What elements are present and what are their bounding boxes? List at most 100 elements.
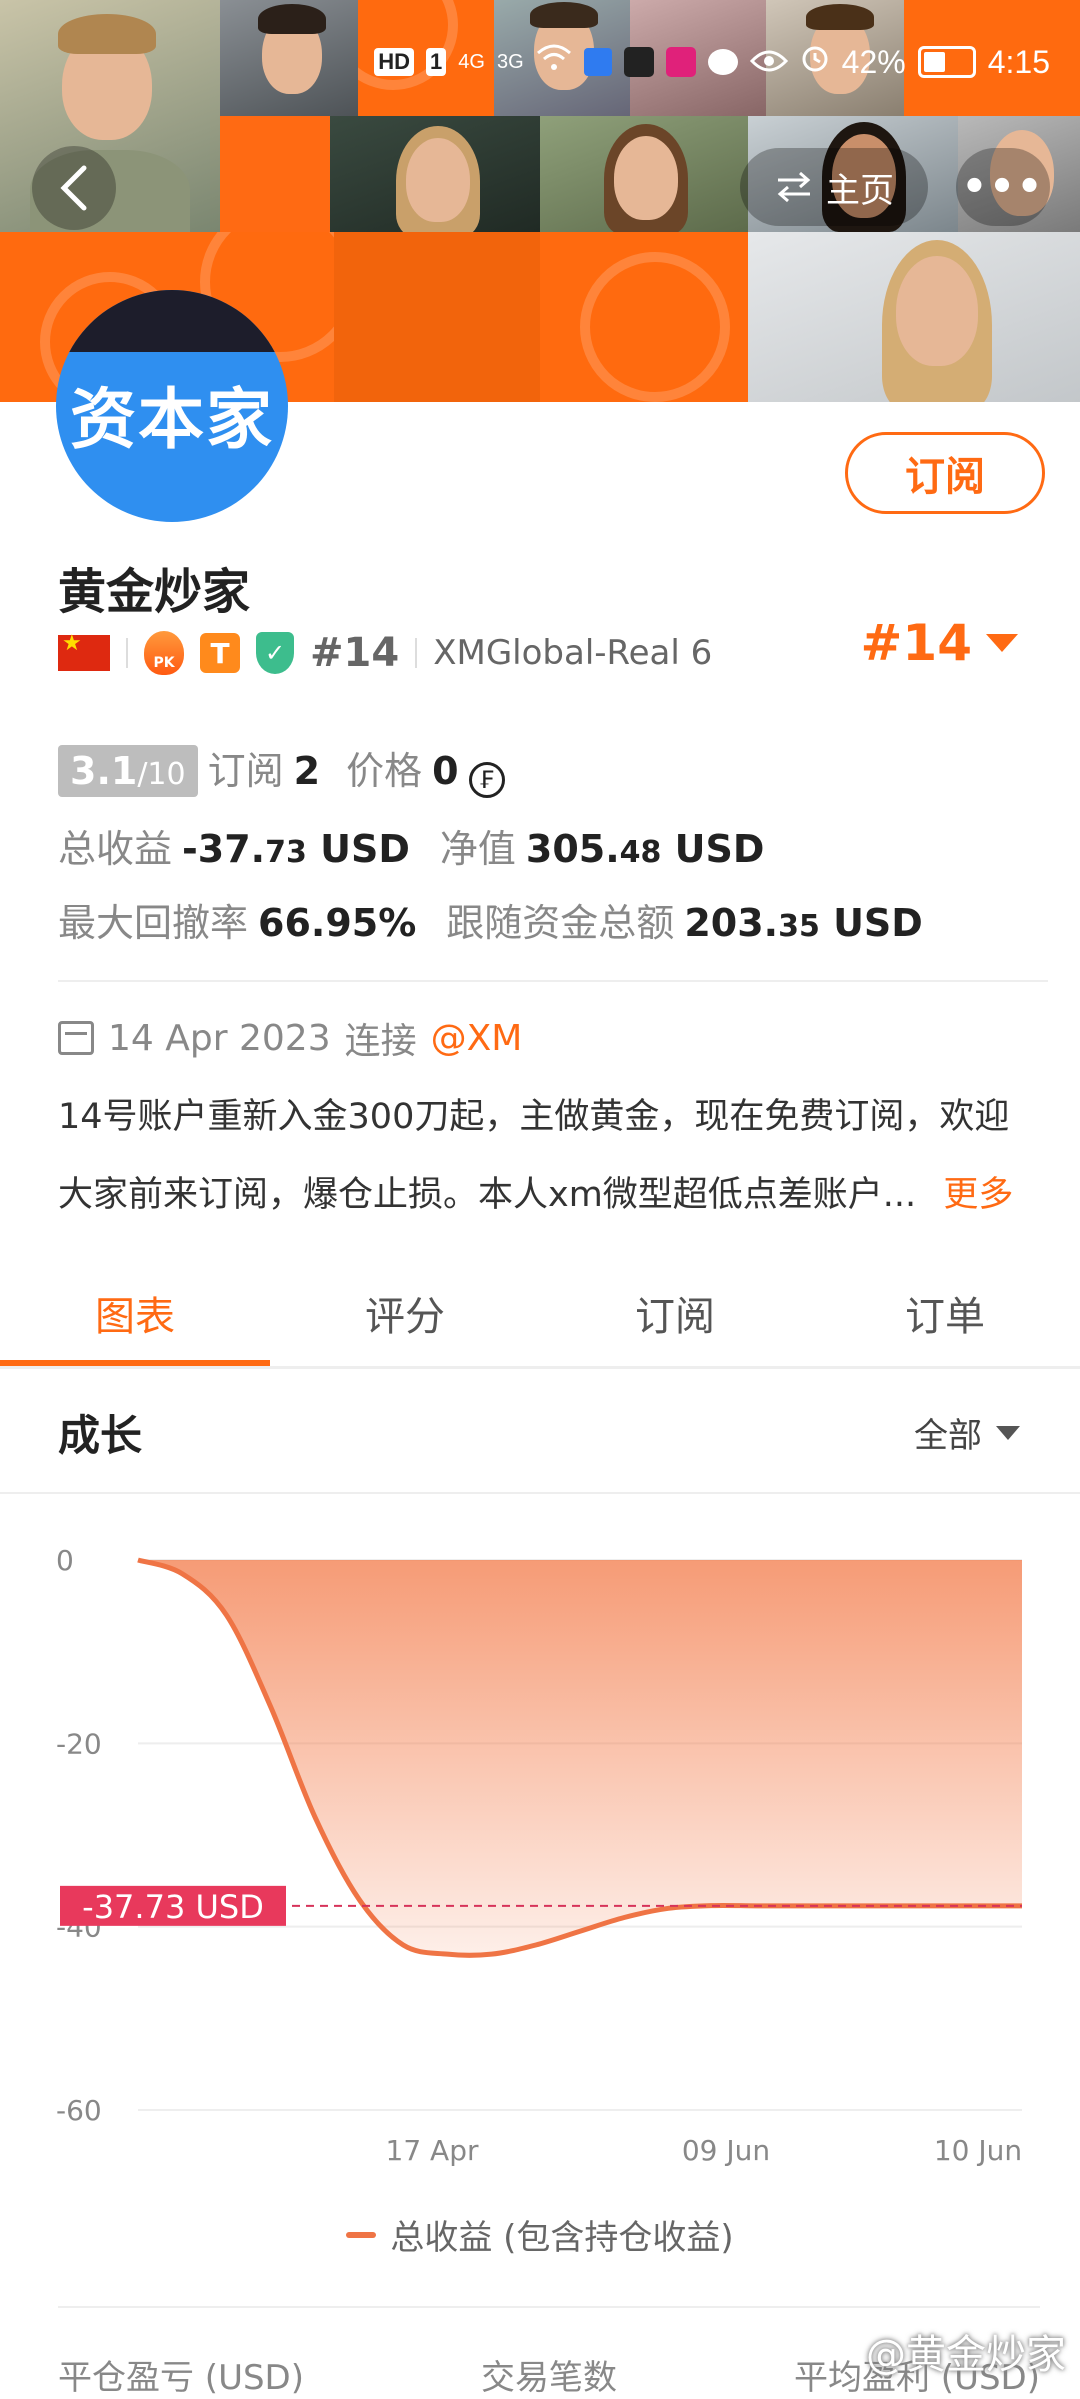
hd-icon: HD: [374, 48, 415, 76]
shield-check-icon: ✓: [256, 632, 294, 674]
equity-int: 305.: [525, 827, 620, 871]
signal-3g-icon: 3G: [496, 50, 524, 73]
total-profit-label: 总收益: [58, 827, 173, 871]
watermark: @黄金炒家: [866, 2332, 1066, 2378]
divider: [58, 2306, 1040, 2308]
description-text: 大家前来订阅，爆仓止损。本人xm微型超低点差账户...: [58, 1175, 917, 1215]
message-icon: [707, 49, 738, 75]
t-badge-icon: T: [200, 633, 240, 673]
tab-rating[interactable]: 评分: [270, 1260, 540, 1366]
battery-icon: [917, 46, 976, 78]
banner-photo-man-smile: [220, 0, 358, 116]
follow-dec: 35: [778, 909, 820, 944]
closed-pnl-label: 平仓盈亏 (USD): [58, 2358, 304, 2398]
total-profit-unit: USD: [320, 827, 410, 871]
status-bar: HD 1 4G 3G 42% 4:15: [374, 40, 1050, 84]
stats-row-1: 3.1/10 订阅 2 价格 0 ₣: [58, 740, 505, 798]
divider: [415, 638, 418, 668]
caret-down-icon: [996, 1425, 1020, 1440]
rank-dropdown[interactable]: #14: [861, 614, 1018, 672]
price-label: 价格: [346, 749, 423, 793]
swap-icon: [777, 171, 811, 203]
more-link[interactable]: 更多: [943, 1175, 1013, 1215]
back-button[interactable]: [32, 146, 116, 230]
banner-photo-woman-smiling: [748, 232, 1080, 402]
home-button[interactable]: 主页: [740, 148, 928, 226]
equity-value: 305.48 USD: [526, 827, 765, 871]
equity-label: 净值: [439, 827, 516, 871]
tab-orders[interactable]: 订单: [810, 1260, 1080, 1366]
score-max: /10: [137, 757, 186, 792]
more-options-button[interactable]: •••: [956, 148, 1050, 226]
eye-icon: [749, 44, 788, 81]
home-label: 主页: [826, 170, 894, 211]
y-tick-label: -60: [56, 2094, 102, 2127]
equity-unit: USD: [674, 827, 765, 871]
total-profit-dec: 73: [265, 835, 307, 870]
growth-chart[interactable]: 0-20-40-60 -37.73 USD 17 Apr 09 Jun 10 Jun: [0, 1500, 1080, 2200]
banner-photo-woman-blonde: [330, 116, 540, 232]
rank-value: #14: [860, 614, 972, 672]
x-tick-label: 09 Jun: [682, 2134, 770, 2167]
banner-photo-woman-brunette: [540, 116, 748, 232]
tab-chart[interactable]: 图表: [0, 1260, 270, 1366]
avatar-text: 资本家: [70, 381, 274, 458]
subscribe-count-label: 订阅: [207, 749, 284, 793]
stats-row-3: 最大回撤率 66.95% 跟随资金总额 203.35 USD: [58, 892, 923, 947]
price-value: 0: [432, 749, 459, 793]
drawdown-value: 66.95%: [258, 901, 417, 945]
stats-row-2: 总收益 -37.73 USD 净值 305.48 USD: [58, 818, 764, 873]
connect-date: 14 Apr 2023: [108, 1017, 331, 1059]
follow-funds-label: 跟随资金总额: [446, 901, 675, 945]
coin-icon: ₣: [468, 762, 505, 798]
chevron-left-icon: [60, 165, 87, 211]
signal-4g-icon: 4G: [458, 50, 485, 73]
description-line-2: 大家前来订阅，爆仓止损。本人xm微型超低点差账户... 更多: [58, 1156, 1038, 1234]
tab-bar: 图表 评分 订阅 订单: [0, 1260, 1080, 1366]
broker-account: XMGlobal-Real 6: [433, 633, 713, 673]
legend-label: 总收益 (包含持仓收益): [390, 2218, 734, 2258]
soul-app-icon: [623, 47, 654, 77]
follow-funds-value: 203.35 USD: [684, 901, 923, 945]
total-profit-value: -37.73 USD: [182, 827, 410, 871]
divider: [0, 1366, 1080, 1369]
equity-dec: 48: [619, 835, 662, 870]
divider: [0, 1492, 1080, 1494]
rank-badge: #14: [310, 630, 400, 676]
range-dropdown[interactable]: 全部: [914, 1408, 1020, 1457]
subscribe-count: 2: [293, 749, 321, 793]
y-tick-label: -20: [56, 1727, 102, 1760]
calendar-icon: [58, 1021, 94, 1055]
x-tick-label: 10 Jun: [934, 2134, 1022, 2167]
banner-orange-tile: [334, 232, 540, 402]
trade-count-label: 交易笔数: [481, 2358, 617, 2398]
y-tick-label: 0: [56, 1544, 74, 1577]
chart-legend: 总收益 (包含持仓收益): [0, 2210, 1080, 2259]
avatar-top-band: [56, 290, 288, 352]
connect-row: 14 Apr 2023 连接 @XM: [58, 1012, 522, 1064]
fire-pk-badge-icon: PK: [144, 631, 184, 675]
broker-tag[interactable]: @XM: [431, 1018, 523, 1059]
tab-subscribe[interactable]: 订阅: [540, 1260, 810, 1366]
app-grid-icon: [583, 48, 612, 76]
divider: [58, 980, 1048, 982]
legend-swatch: [346, 2231, 377, 2238]
range-value: 全部: [914, 1416, 982, 1456]
banner-orange-tile: [540, 232, 748, 402]
subscribe-button[interactable]: 订阅: [845, 432, 1045, 514]
sim1-icon: 1: [426, 48, 447, 76]
alarm-icon: [800, 43, 830, 81]
connect-label: 连接: [344, 1021, 417, 1062]
badge-row: PK T ✓ #14 XMGlobal-Real 6: [58, 628, 712, 678]
follow-unit: USD: [833, 901, 923, 945]
trader-name: 黄金炒家: [58, 564, 251, 620]
x-tick-label: 17 Apr: [386, 2134, 479, 2167]
score-value: 3.1: [70, 749, 138, 793]
wifi-icon: [536, 43, 572, 81]
avatar: 资本家: [56, 290, 288, 522]
clock: 4:15: [987, 43, 1050, 80]
drawdown-label: 最大回撤率: [58, 901, 249, 945]
follow-int: 203.: [684, 901, 779, 945]
china-flag-icon: [58, 631, 110, 671]
section-title: 成长: [58, 1411, 143, 1460]
